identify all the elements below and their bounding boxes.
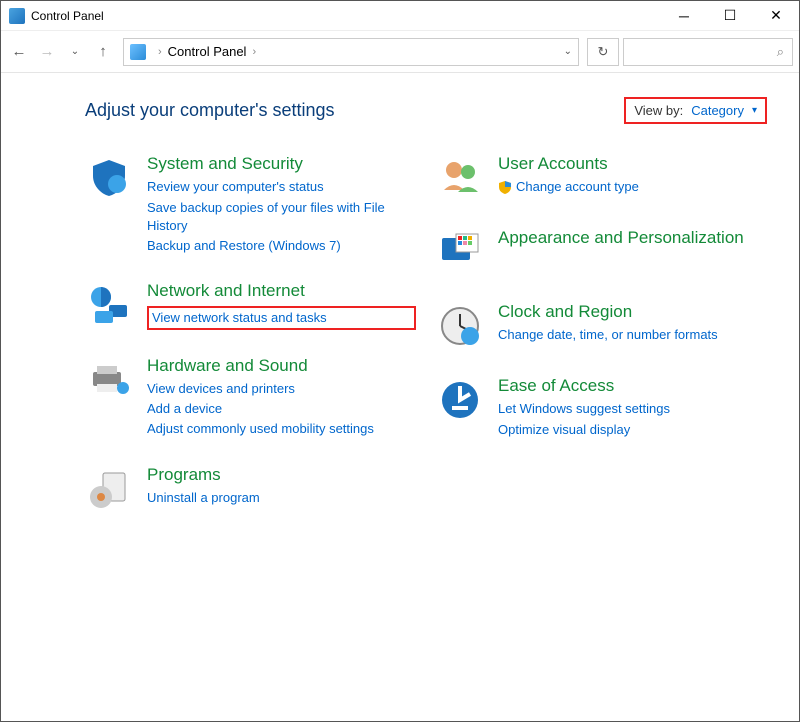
titlebar: Control Panel ─ ☐ ✕ — [1, 1, 799, 31]
link-file-history[interactable]: Save backup copies of your files with Fi… — [147, 199, 416, 235]
link-review-status[interactable]: Review your computer's status — [147, 178, 416, 196]
category-body: Appearance and Personalization — [498, 228, 767, 276]
link-uninstall-program[interactable]: Uninstall a program — [147, 489, 416, 507]
category-body: User Accounts Change account type — [498, 154, 767, 202]
category-body: System and Security Review your computer… — [147, 154, 416, 255]
back-button[interactable]: ← — [7, 40, 31, 64]
forward-button[interactable]: → — [35, 40, 59, 64]
minimize-button[interactable]: ─ — [661, 1, 707, 31]
column-left: System and Security Review your computer… — [85, 154, 416, 513]
search-input[interactable]: ⌕ — [623, 38, 793, 66]
category-title[interactable]: Clock and Region — [498, 302, 767, 322]
close-button[interactable]: ✕ — [753, 1, 799, 31]
address-root: Control Panel — [168, 44, 247, 59]
link-mobility-settings[interactable]: Adjust commonly used mobility settings — [147, 420, 416, 438]
category-user-accounts: User Accounts Change account type — [436, 154, 767, 202]
category-title[interactable]: Programs — [147, 465, 416, 485]
link-windows-suggest[interactable]: Let Windows suggest settings — [498, 400, 767, 418]
ease-of-access-icon — [436, 376, 484, 424]
address-chevron-icon: › — [158, 46, 162, 58]
recent-dropdown[interactable]: ⌄ — [63, 40, 87, 64]
view-by-label: View by: — [634, 103, 683, 118]
search-icon: ⌕ — [777, 44, 784, 60]
programs-icon — [85, 465, 133, 513]
refresh-button[interactable]: ↻ — [587, 38, 619, 66]
address-chevron-icon: › — [252, 46, 256, 58]
link-date-time-formats[interactable]: Change date, time, or number formats — [498, 326, 767, 344]
uac-shield-icon — [498, 180, 512, 194]
view-by-selector[interactable]: View by: Category ▾ — [624, 97, 767, 124]
category-body: Programs Uninstall a program — [147, 465, 416, 513]
category-title[interactable]: Network and Internet — [147, 281, 416, 301]
header-row: Adjust your computer's settings View by:… — [85, 97, 767, 124]
link-change-account-type[interactable]: Change account type — [498, 178, 767, 196]
address-icon — [130, 44, 146, 60]
maximize-button[interactable]: ☐ — [707, 1, 753, 31]
view-by-value: Category — [691, 103, 744, 118]
address-bar[interactable]: › Control Panel › ⌄ — [123, 38, 579, 66]
shield-icon — [85, 154, 133, 202]
nav-toolbar: ← → ⌄ ↑ › Control Panel › ⌄ ↻ ⌕ — [1, 31, 799, 73]
category-programs: Programs Uninstall a program — [85, 465, 416, 513]
window-controls: ─ ☐ ✕ — [661, 1, 799, 31]
category-title[interactable]: User Accounts — [498, 154, 767, 174]
category-body: Hardware and Sound View devices and prin… — [147, 356, 416, 439]
category-body: Ease of Access Let Windows suggest setti… — [498, 376, 767, 439]
category-title[interactable]: System and Security — [147, 154, 416, 174]
page-title: Adjust your computer's settings — [85, 100, 335, 121]
category-title[interactable]: Appearance and Personalization — [498, 228, 767, 248]
users-icon — [436, 154, 484, 202]
category-network-internet: Network and Internet View network status… — [85, 281, 416, 330]
category-hardware-sound: Hardware and Sound View devices and prin… — [85, 356, 416, 439]
app-icon — [9, 8, 25, 24]
category-clock-region: Clock and Region Change date, time, or n… — [436, 302, 767, 350]
link-backup-restore[interactable]: Backup and Restore (Windows 7) — [147, 237, 416, 255]
link-network-status[interactable]: View network status and tasks — [152, 310, 327, 325]
window-title: Control Panel — [31, 9, 661, 23]
highlight-box: View network status and tasks — [147, 306, 416, 330]
category-title[interactable]: Ease of Access — [498, 376, 767, 396]
category-columns: System and Security Review your computer… — [85, 154, 767, 513]
category-ease-of-access: Ease of Access Let Windows suggest setti… — [436, 376, 767, 439]
control-panel-window: Control Panel ─ ☐ ✕ ← → ⌄ ↑ › Control Pa… — [0, 0, 800, 722]
up-button[interactable]: ↑ — [91, 40, 115, 64]
clock-icon — [436, 302, 484, 350]
address-dropdown-icon[interactable]: ⌄ — [564, 46, 572, 57]
category-body: Clock and Region Change date, time, or n… — [498, 302, 767, 350]
link-devices-printers[interactable]: View devices and printers — [147, 380, 416, 398]
category-title[interactable]: Hardware and Sound — [147, 356, 416, 376]
link-optimize-display[interactable]: Optimize visual display — [498, 421, 767, 439]
printer-icon — [85, 356, 133, 404]
network-icon — [85, 281, 133, 329]
category-body: Network and Internet View network status… — [147, 281, 416, 330]
content-area: Adjust your computer's settings View by:… — [1, 73, 799, 721]
column-right: User Accounts Change account type — [436, 154, 767, 513]
link-add-device[interactable]: Add a device — [147, 400, 416, 418]
category-appearance: Appearance and Personalization — [436, 228, 767, 276]
chevron-down-icon: ▾ — [752, 105, 757, 116]
appearance-icon — [436, 228, 484, 276]
category-system-security: System and Security Review your computer… — [85, 154, 416, 255]
